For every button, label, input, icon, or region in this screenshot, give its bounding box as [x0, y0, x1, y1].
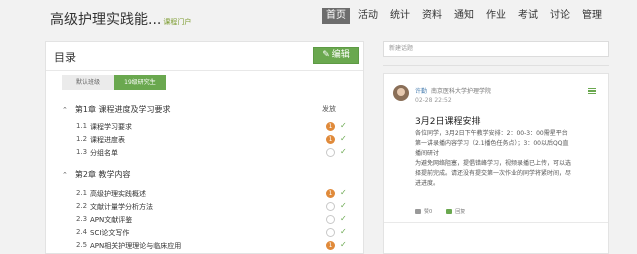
tab-grad-2019[interactable]: 19级研究生: [114, 75, 166, 90]
nav-home[interactable]: 首页: [322, 8, 350, 24]
publish-column-header: 发放: [322, 105, 336, 113]
section-row[interactable]: 1.1 课程学习要求 1 ✓: [76, 121, 361, 134]
section-row[interactable]: 1.3 分组名单 ✓: [76, 147, 361, 160]
unread-badge: 1: [326, 189, 335, 198]
top-bar: 高级护理实践能... 课程门户 首页 活动 统计 资料 通知 作业 考试 讨论 管…: [0, 0, 637, 34]
course-portal-label[interactable]: 课程门户: [163, 18, 191, 26]
edit-button[interactable]: ✎ 编辑: [313, 47, 359, 64]
divider: [384, 222, 608, 223]
section-title[interactable]: 文献计量学分析方法: [90, 202, 153, 212]
unread-badge: 1: [326, 135, 335, 144]
nav-activity[interactable]: 活动: [354, 8, 382, 24]
section-number: 2.5: [76, 241, 88, 249]
check-icon[interactable]: ✓: [340, 201, 347, 210]
nav-manage[interactable]: 管理: [578, 8, 606, 24]
thumbs-up-icon: [415, 209, 421, 214]
check-icon[interactable]: ✓: [340, 147, 347, 156]
main-nav: 首页 活动 统计 资料 通知 作业 考试 讨论 管理: [322, 8, 610, 24]
check-icon[interactable]: ✓: [340, 214, 347, 223]
author-school: 南京医科大学护理学院: [431, 88, 492, 95]
catalog-title: 目录: [54, 51, 76, 64]
post-body: 各位同学，3月2日下午教学安排：2：00-3：00需星平台 第一讲录播内容学习（…: [415, 130, 572, 187]
section-row[interactable]: 2.3 APN文献评鉴 ✓: [76, 214, 361, 227]
course-title[interactable]: 高级护理实践能... 课程门户: [50, 9, 191, 29]
nav-homework[interactable]: 作业: [482, 8, 510, 24]
nav-discussion[interactable]: 讨论: [546, 8, 574, 24]
pencil-icon: ✎: [322, 50, 330, 60]
post-title[interactable]: 3月2日课程安排: [415, 114, 480, 127]
section-row[interactable]: 2.1 高级护理实践概述 1 ✓: [76, 188, 361, 201]
section-row[interactable]: 1.2 课程进度表 1 ✓: [76, 134, 361, 147]
section-number: 2.3: [76, 215, 88, 223]
post-timestamp: 02-28 22:52: [415, 97, 452, 104]
section-number: 2.1: [76, 189, 88, 197]
empty-status-circle: [326, 215, 335, 224]
section-number: 2.4: [76, 228, 88, 236]
like-button[interactable]: 赞0: [415, 208, 432, 215]
section-title[interactable]: 高级护理实践概述: [90, 189, 146, 199]
empty-status-circle: [326, 148, 335, 157]
check-icon[interactable]: ✓: [340, 134, 347, 143]
catalog-panel: 目录 ✎ 编辑 默认班级 19级研究生 发放 ⌃ 第1章 课程进度及学习要求 1.1…: [45, 41, 364, 254]
caret-up-icon[interactable]: ⌃: [62, 106, 68, 114]
section-title[interactable]: APN文献评鉴: [90, 215, 132, 225]
section-title[interactable]: APN相关护理理论与临床应用: [90, 241, 181, 251]
section-title[interactable]: 课程学习要求: [90, 122, 132, 132]
check-icon[interactable]: ✓: [340, 227, 347, 236]
comment-icon: [446, 209, 453, 214]
unread-badge: 1: [326, 241, 335, 250]
check-icon[interactable]: ✓: [340, 188, 347, 197]
section-number: 1.3: [76, 148, 88, 156]
class-tabs: 默认班级 19级研究生: [62, 75, 166, 90]
chapter-1[interactable]: ⌃ 第1章 课程进度及学习要求: [62, 104, 171, 115]
reply-button[interactable]: 回复: [446, 208, 465, 215]
new-topic-input[interactable]: 新建话题: [383, 41, 609, 57]
section-title[interactable]: SCI论文写作: [90, 228, 129, 238]
section-row[interactable]: 2.5 APN相关护理理论与临床应用 1 ✓: [76, 240, 361, 253]
tab-default-class[interactable]: 默认班级: [62, 75, 114, 90]
section-number: 1.2: [76, 135, 88, 143]
nav-exam[interactable]: 考试: [514, 8, 542, 24]
section-title[interactable]: 分组名单: [90, 148, 118, 158]
empty-status-circle: [326, 202, 335, 211]
post-card: 许勤 南京医科大学护理学院 02-28 22:52 3月2日课程安排 各位同学，3…: [383, 73, 609, 254]
section-number: 2.2: [76, 202, 88, 210]
avatar[interactable]: [393, 85, 409, 101]
divider: [46, 70, 363, 71]
post-actions: 赞0 回复: [415, 208, 479, 215]
empty-status-circle: [326, 228, 335, 237]
check-icon[interactable]: ✓: [340, 240, 347, 249]
check-icon[interactable]: ✓: [340, 121, 347, 130]
nav-notices[interactable]: 通知: [450, 8, 478, 24]
section-row[interactable]: 2.4 SCI论文写作 ✓: [76, 227, 361, 240]
caret-up-icon[interactable]: ⌃: [62, 171, 68, 179]
chapter-2[interactable]: ⌃ 第2章 教学内容: [62, 169, 131, 180]
nav-statistics[interactable]: 统计: [386, 8, 414, 24]
post-author[interactable]: 许勤 南京医科大学护理学院: [415, 86, 491, 95]
divider: [383, 65, 609, 66]
section-row[interactable]: 2.2 文献计量学分析方法 ✓: [76, 201, 361, 214]
section-number: 1.1: [76, 122, 88, 130]
section-title[interactable]: 课程进度表: [90, 135, 125, 145]
menu-icon[interactable]: [588, 88, 596, 94]
nav-materials[interactable]: 资料: [418, 8, 446, 24]
unread-badge: 1: [326, 122, 335, 131]
